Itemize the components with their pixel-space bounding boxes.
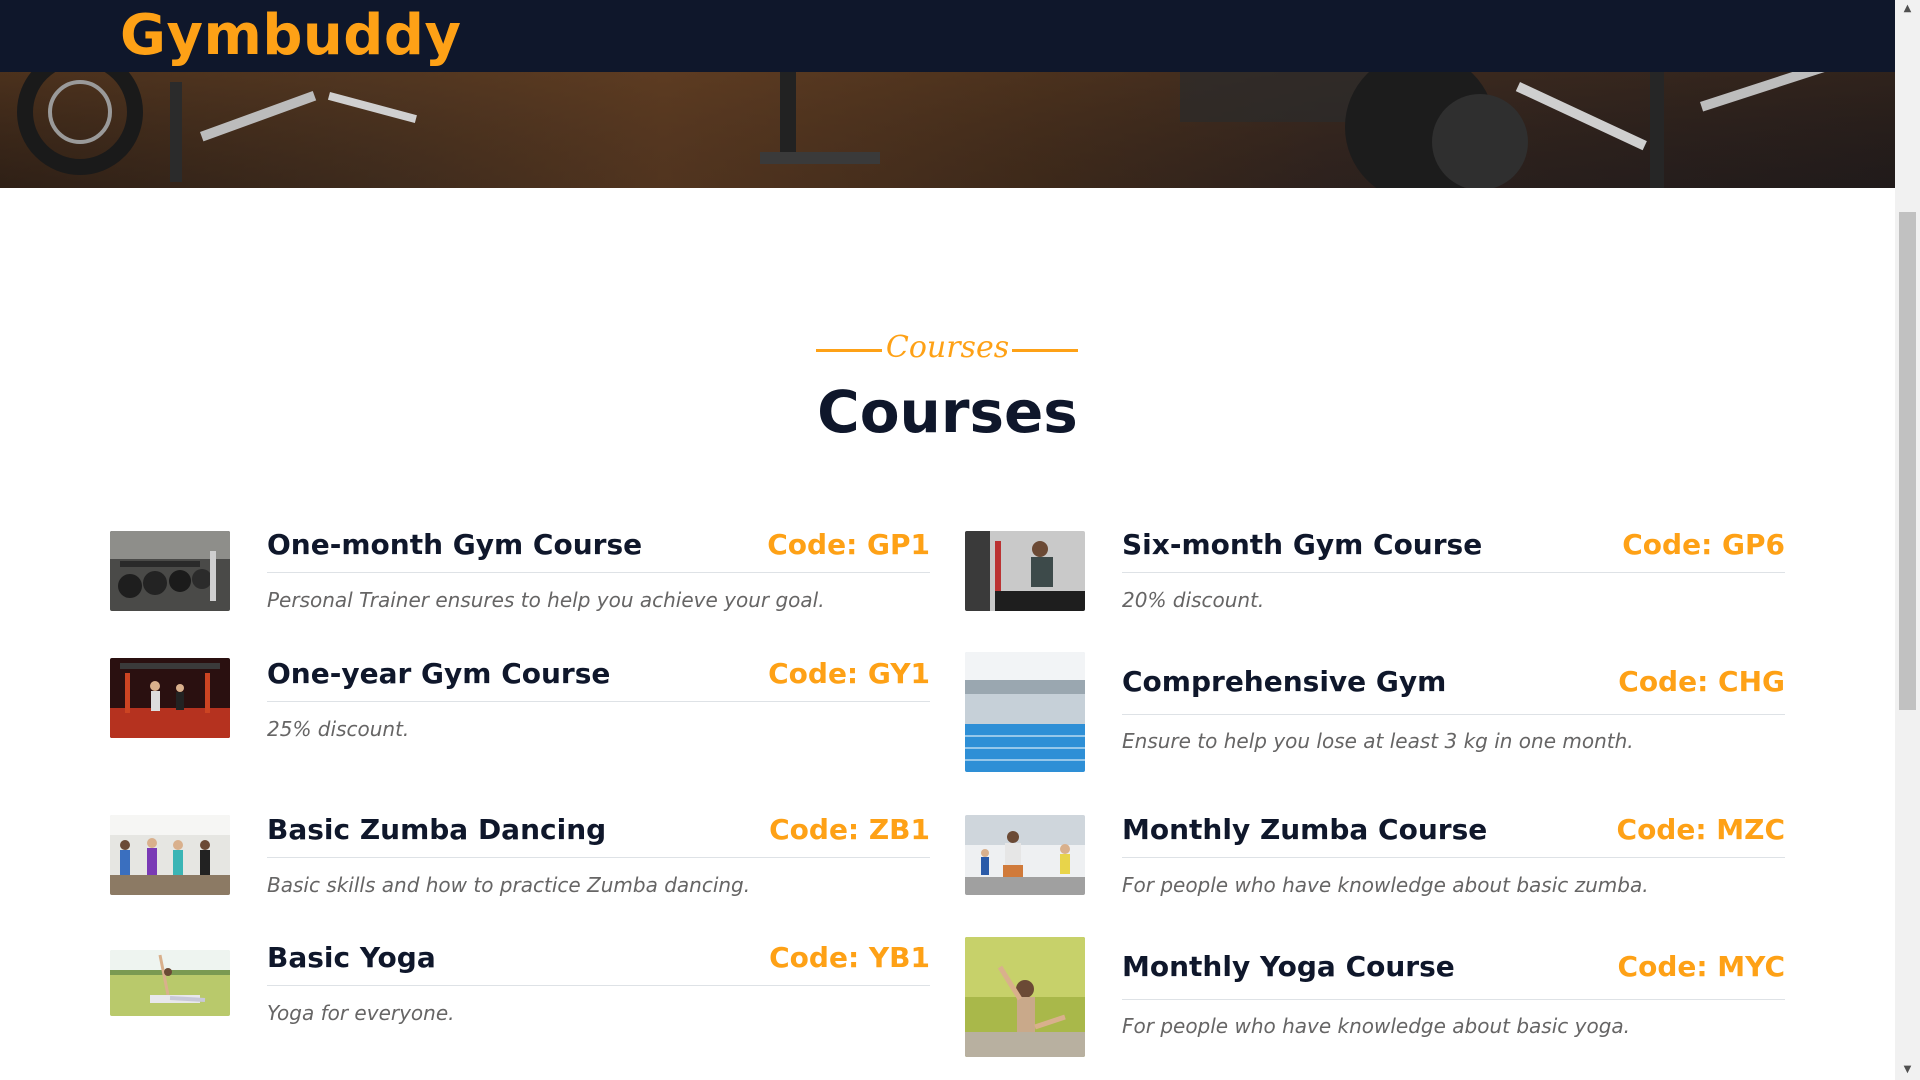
section-subtitle: Courses (885, 330, 1010, 365)
divider (267, 985, 930, 986)
course-item: Basic Yoga Code: YB1 Yoga for everyone. (110, 941, 930, 1041)
brand-logo[interactable]: Gymbuddy (120, 0, 461, 72)
course-item: Monthly Yoga Course Code: MYC For people… (965, 937, 1785, 1062)
course-image (110, 531, 230, 611)
course-name: Basic Yoga (267, 941, 436, 974)
course-image (965, 531, 1085, 611)
course-code: Code: CHG (1618, 665, 1785, 698)
course-image (110, 950, 230, 1016)
course-description: Yoga for everyone. (267, 1001, 455, 1025)
divider (1122, 714, 1785, 715)
course-item: One-year Gym Course Code: GY1 25% discou… (110, 657, 930, 757)
divider (1122, 572, 1785, 573)
course-code: Code: GP1 (767, 528, 930, 561)
course-description: 25% discount. (267, 717, 410, 741)
course-name: Basic Zumba Dancing (267, 813, 607, 846)
course-name: One-month Gym Course (267, 528, 643, 561)
course-code: Code: ZB1 (769, 813, 930, 846)
subtitle-right-line (1012, 349, 1078, 352)
course-item: Comprehensive Gym Code: CHG Ensure to he… (965, 652, 1785, 777)
course-description: 20% discount. (1122, 588, 1265, 612)
scroll-up-arrow-icon[interactable]: ▲ (1899, 2, 1916, 16)
course-code: Code: GP6 (1622, 528, 1785, 561)
course-name: One-year Gym Course (267, 657, 611, 690)
course-code: Code: GY1 (768, 657, 930, 690)
course-description: Ensure to help you lose at least 3 kg in… (1122, 729, 1634, 753)
course-name: Comprehensive Gym (1122, 665, 1447, 698)
course-code: Code: YB1 (769, 941, 930, 974)
course-name: Six-month Gym Course (1122, 528, 1483, 561)
course-image (110, 658, 230, 738)
course-description: Personal Trainer ensures to help you ach… (267, 588, 825, 612)
course-image (965, 652, 1085, 772)
course-description: For people who have knowledge about basi… (1122, 873, 1649, 897)
course-name: Monthly Zumba Course (1122, 813, 1488, 846)
scroll-down-arrow-icon[interactable]: ▼ (1899, 1063, 1916, 1077)
divider (267, 857, 930, 858)
course-image (965, 815, 1085, 895)
section-title: Courses (817, 378, 1078, 446)
scrollbar-thumb[interactable] (1899, 212, 1916, 710)
course-code: Code: MZC (1616, 813, 1785, 846)
hero-banner-image (0, 72, 1895, 188)
course-image (110, 815, 230, 895)
divider (1122, 857, 1785, 858)
course-name: Monthly Yoga Course (1122, 950, 1455, 983)
divider (267, 572, 930, 573)
course-description: Basic skills and how to practice Zumba d… (267, 873, 751, 897)
course-description: For people who have knowledge about basi… (1122, 1014, 1631, 1038)
course-item: One-month Gym Course Code: GP1 Personal … (110, 528, 930, 628)
course-item: Basic Zumba Dancing Code: ZB1 Basic skil… (110, 813, 930, 913)
course-code: Code: MYC (1617, 950, 1785, 983)
course-item: Six-month Gym Course Code: GP6 20% disco… (965, 528, 1785, 628)
navbar: Gymbuddy (0, 0, 1895, 72)
course-item: Monthly Zumba Course Code: MZC For peopl… (965, 813, 1785, 913)
course-image (965, 937, 1085, 1057)
divider (267, 701, 930, 702)
divider (1122, 999, 1785, 1000)
